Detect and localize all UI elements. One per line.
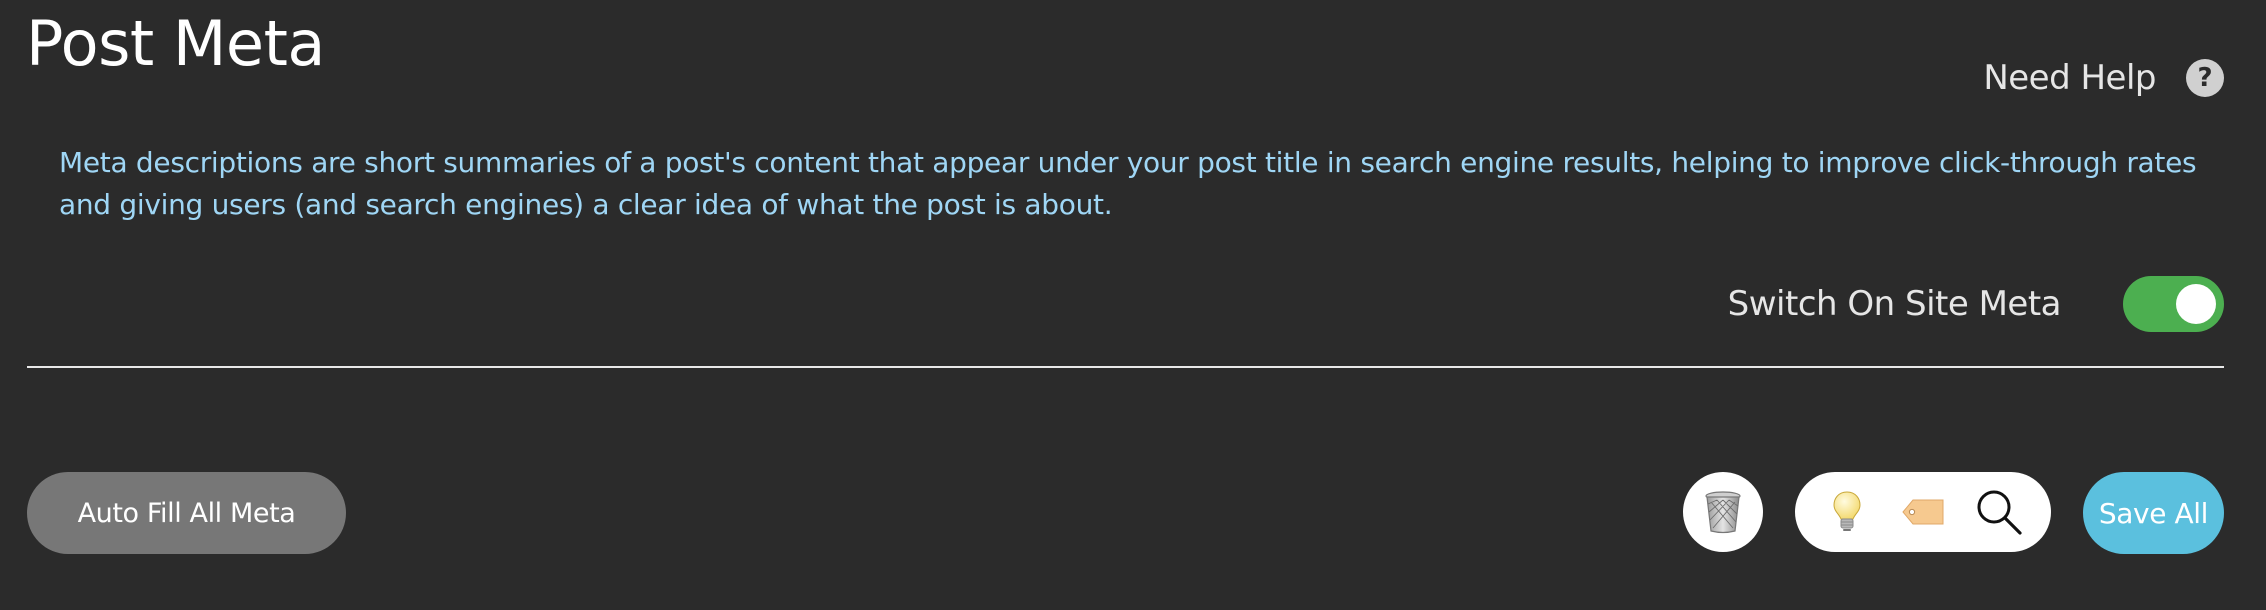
trash-icon [1705,491,1741,534]
need-help-label: Need Help [1983,58,2156,98]
delete-button[interactable] [1683,472,1763,552]
site-meta-switch-label: Switch On Site Meta [1727,284,2062,324]
save-all-button[interactable]: Save All [2083,472,2224,554]
question-circle-icon[interactable]: ? [2186,59,2224,97]
search-icon [1977,490,2022,535]
auto-fill-all-meta-button[interactable]: Auto Fill All Meta [27,472,346,554]
search-button[interactable] [1972,485,2026,539]
page-title: Post Meta [26,7,325,80]
divider [27,366,2224,368]
meta-description-text: Meta descriptions are short summaries of… [59,146,2197,221]
tag-icon [1902,499,1944,525]
meta-tools-group [1795,472,2051,552]
lightbulb-icon [1833,491,1861,531]
need-help-link[interactable]: Need Help ? [1983,58,2224,98]
tag-button[interactable] [1896,485,1950,539]
toggle-knob [2176,284,2216,324]
site-meta-toggle[interactable] [2123,276,2224,332]
suggest-button[interactable] [1820,485,1874,539]
site-meta-switch-row: Switch On Site Meta [1728,276,2224,332]
post-meta-panel: Post Meta Need Help ? Meta descriptions … [0,0,2266,610]
